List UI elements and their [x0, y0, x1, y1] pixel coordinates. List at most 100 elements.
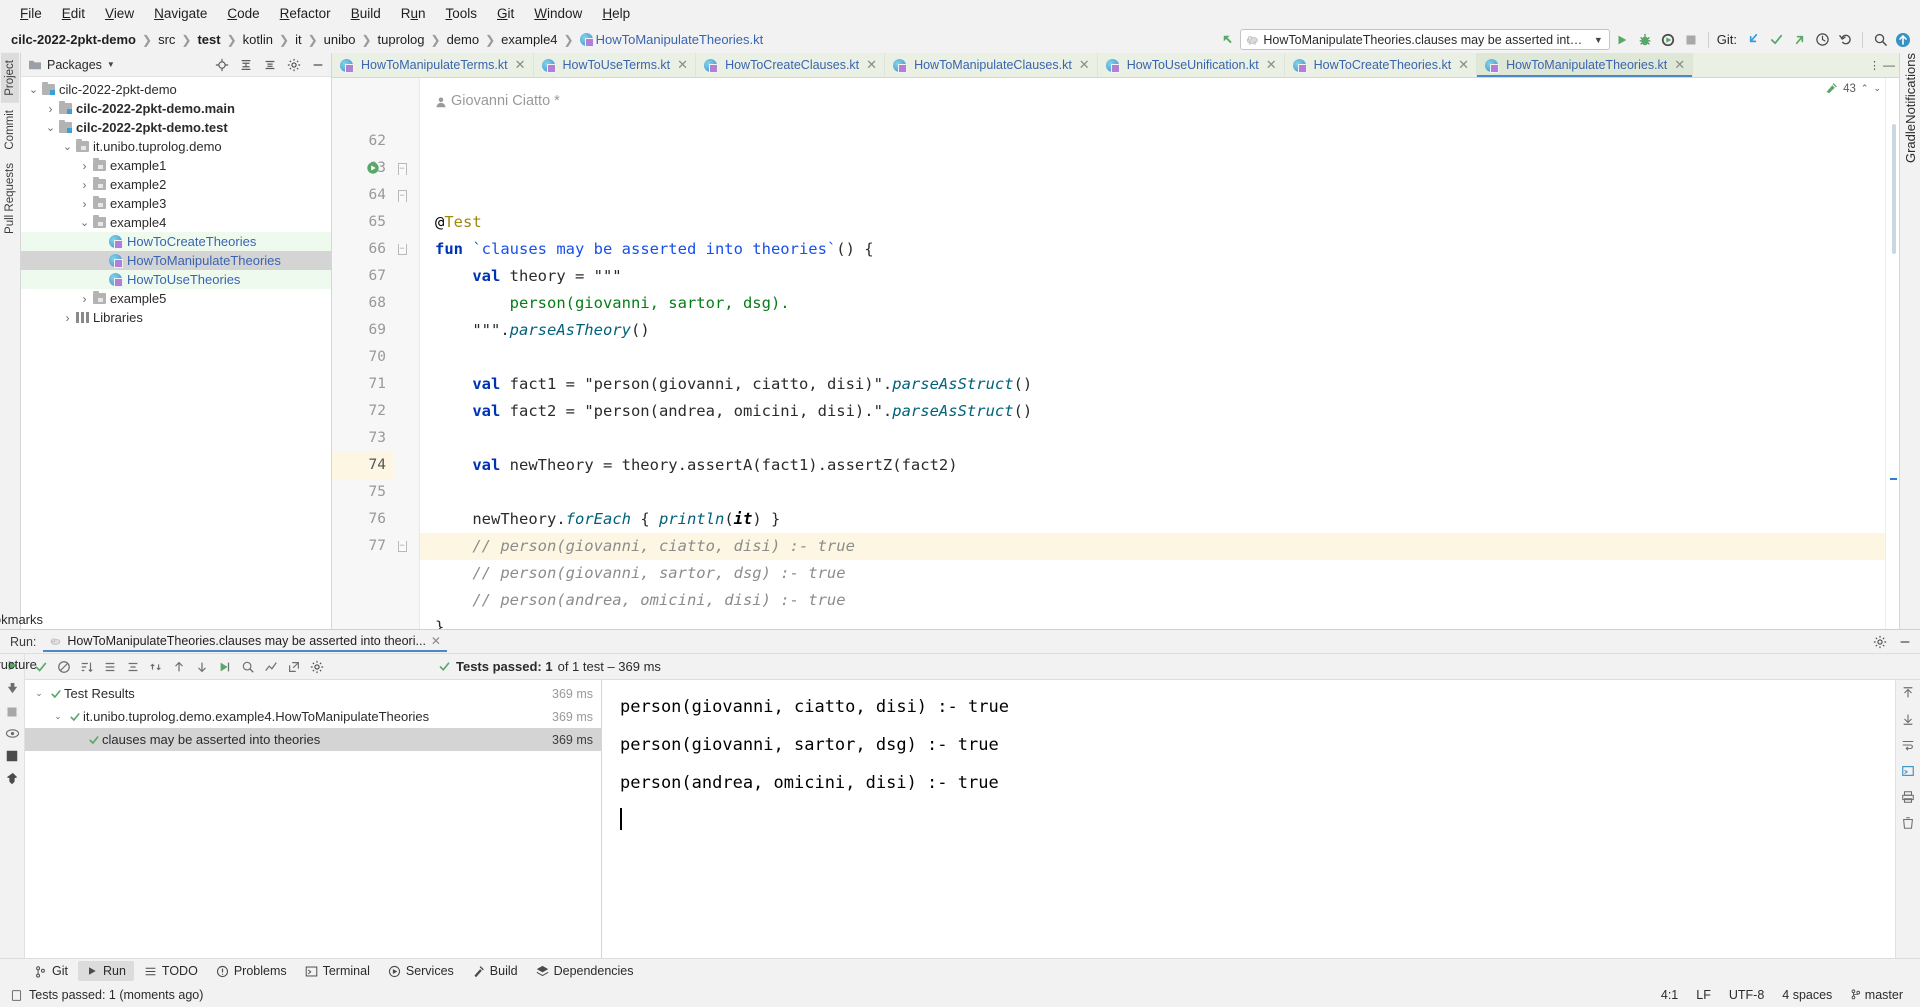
chevron-right-icon[interactable]: › [44, 102, 57, 116]
code-line-75[interactable]: // person(giovanni, sartor, dsg) :- true [420, 560, 1885, 587]
run-configuration-selector[interactable]: HowToManipulateTheories.clauses may be a… [1239, 29, 1610, 50]
file-encoding[interactable]: UTF-8 [1720, 988, 1773, 1002]
chevron-down-icon[interactable]: ⌄ [1873, 83, 1881, 94]
code-line-67[interactable] [420, 344, 1885, 371]
editor-tab-howtomanipulateclauses-kt[interactable]: HowToManipulateClauses.kt ✕ [885, 53, 1098, 77]
chevron-right-icon[interactable]: › [78, 178, 91, 192]
line-separator[interactable]: LF [1687, 988, 1720, 1002]
breadcrumb-item-howtomanipulatetheories-kt[interactable]: HowToManipulateTheories.kt [575, 30, 769, 49]
code-line-64[interactable]: val theory = """ [420, 263, 1885, 290]
sidebar-item-bookmarks[interactable]: Bookmarks [0, 612, 43, 627]
sort-by-duration-icon[interactable] [100, 657, 120, 677]
sidebar-item-commit[interactable]: Commit [1, 103, 19, 157]
stop-button[interactable] [1680, 29, 1702, 51]
git-branch-widget[interactable]: master [1841, 988, 1912, 1002]
open-in-editor-icon[interactable] [284, 657, 304, 677]
bottom-tab-build[interactable]: Build [464, 961, 526, 981]
project-tree[interactable]: ⌄ cilc-2022-2pkt-demo › cilc-2022-2pkt-demo… [21, 77, 331, 629]
menu-item-view[interactable]: View [95, 3, 144, 24]
code-line-77[interactable]: } [420, 614, 1885, 629]
bottom-tab-run[interactable]: Run [77, 961, 134, 981]
test-settings-gear-icon[interactable] [307, 657, 327, 677]
tree-node-example4[interactable]: ⌄ example4 [21, 213, 331, 232]
expand-tests-icon[interactable] [123, 657, 143, 677]
editor-tab-howtomanipulateterms-kt[interactable]: HowToManipulateTerms.kt ✕ [332, 53, 534, 77]
code-folding-gutter[interactable]: − − − − [393, 78, 411, 629]
indent-setting[interactable]: 4 spaces [1773, 988, 1841, 1002]
fold-up-icon[interactable]: − [397, 244, 407, 255]
chevron-right-icon[interactable]: › [61, 311, 74, 325]
fold-up-icon[interactable]: − [397, 541, 407, 552]
chevron-up-icon[interactable]: ⌃ [1861, 83, 1869, 94]
menu-item-file[interactable]: File [10, 3, 52, 24]
tree-node-cilc-2022-2pkt-demo[interactable]: ⌄ cilc-2022-2pkt-demo [21, 80, 331, 99]
search-icon[interactable] [1869, 29, 1891, 51]
tree-node-cilc-2022-2pkt-demo-test[interactable]: ⌄ cilc-2022-2pkt-demo.test [21, 118, 331, 137]
chevron-right-icon[interactable]: › [78, 197, 91, 211]
stop-process-button[interactable] [6, 706, 18, 718]
toggle-auto-test-button[interactable] [5, 682, 20, 697]
git-rollback-button[interactable] [1834, 29, 1856, 51]
tree-node-example1[interactable]: › example1 [21, 156, 331, 175]
tree-node-example3[interactable]: › example3 [21, 194, 331, 213]
view-button[interactable] [5, 727, 20, 740]
menu-item-run[interactable]: Run [391, 3, 436, 24]
sidebar-item-gradle[interactable]: Gradle [1903, 124, 1918, 163]
sidebar-item-structure[interactable]: Structure [0, 657, 37, 672]
code-line-72[interactable] [420, 479, 1885, 506]
run-with-coverage-button[interactable] [1657, 29, 1679, 51]
run-test-gutter-icon[interactable] [366, 161, 380, 175]
editor-tab-howtocreateclauses-kt[interactable]: HowToCreateClauses.kt ✕ [696, 53, 886, 77]
tree-node-libraries[interactable]: › Libraries [21, 308, 331, 327]
tree-node-howtousetheories[interactable]: HowToUseTheories [21, 270, 331, 289]
test-row-clauses-may-be-asserted-into-theories[interactable]: clauses may be asserted into theories 369… [25, 728, 601, 751]
chevron-right-icon[interactable]: › [78, 292, 91, 306]
breadcrumb-item-src[interactable]: src [153, 30, 180, 49]
editor-tab-howtomanipulatetheories-kt[interactable]: HowToManipulateTheories.kt ✕ [1477, 53, 1694, 77]
arrow-back-icon[interactable] [1217, 29, 1239, 51]
test-row-it-unibo-tuprolog-demo-example4-howtoman[interactable]: ⌄ it.unibo.tuprolog.demo.example4.HowToMa… [25, 705, 601, 728]
bottom-tab-git[interactable]: Git [26, 961, 76, 981]
caret-position[interactable]: 4:1 [1652, 988, 1687, 1002]
sidebar-item-pull-requests[interactable]: Pull Requests [1, 156, 19, 241]
tree-node-example2[interactable]: › example2 [21, 175, 331, 194]
menu-item-navigate[interactable]: Navigate [144, 3, 217, 24]
print-icon[interactable] [1901, 790, 1915, 804]
menu-item-tools[interactable]: Tools [436, 3, 488, 24]
sort-alphabetically-icon[interactable] [77, 657, 97, 677]
chevron-down-icon[interactable]: ⌄ [27, 83, 40, 96]
debug-button[interactable] [1634, 29, 1656, 51]
collapse-tests-icon[interactable] [146, 657, 166, 677]
pin-tab-button[interactable] [5, 772, 19, 786]
test-row-test-results[interactable]: ⌄ Test Results 369 ms [25, 682, 601, 705]
chevron-down-icon[interactable]: ⌄ [61, 140, 74, 153]
minimize-panel-icon[interactable] [1896, 633, 1914, 651]
breadcrumb-item-cilc-2022-2pkt-demo[interactable]: cilc-2022-2pkt-demo [6, 30, 141, 49]
export-button[interactable] [5, 749, 19, 763]
close-icon[interactable]: ✕ [515, 57, 526, 73]
breadcrumb-item-test[interactable]: test [192, 30, 225, 49]
chevron-down-icon[interactable]: ⌄ [31, 688, 47, 699]
editor-tab-howtouseunification-kt[interactable]: HowToUseUnification.kt ✕ [1097, 53, 1285, 77]
tree-node-howtomanipulatetheories[interactable]: HowToManipulateTheories [21, 251, 331, 270]
menu-item-git[interactable]: Git [487, 3, 524, 24]
gear-icon[interactable] [285, 56, 303, 74]
menu-item-edit[interactable]: Edit [52, 3, 95, 24]
tab-list-icon[interactable]: ⋮ [1869, 59, 1880, 72]
menu-item-window[interactable]: Window [524, 3, 592, 24]
git-push-button[interactable] [1788, 29, 1810, 51]
code-line-65[interactable]: person(giovanni, sartor, dsg). [420, 290, 1885, 317]
git-update-button[interactable] [1742, 29, 1764, 51]
chevron-down-icon[interactable]: ▼ [107, 60, 115, 69]
code-line-63[interactable]: fun `clauses may be asserted into theori… [420, 236, 1885, 263]
hide-panel-icon[interactable] [309, 56, 327, 74]
code-line-71[interactable]: val newTheory = theory.assertA(fact1).as… [420, 452, 1885, 479]
filter-icon[interactable] [238, 657, 258, 677]
run-button[interactable] [1611, 29, 1633, 51]
next-test-icon[interactable] [192, 657, 212, 677]
test-results-tree[interactable]: ⌄ Test Results 369 ms ⌄ it.unibo.tuprolog.de… [25, 680, 602, 958]
close-icon[interactable]: ✕ [1266, 57, 1277, 73]
git-commit-button[interactable] [1765, 29, 1787, 51]
inspection-widget[interactable]: 43 ⌃ ⌄ [1825, 82, 1881, 95]
code-line-69[interactable]: val fact2 = "person(andrea, omicini, dis… [420, 398, 1885, 425]
